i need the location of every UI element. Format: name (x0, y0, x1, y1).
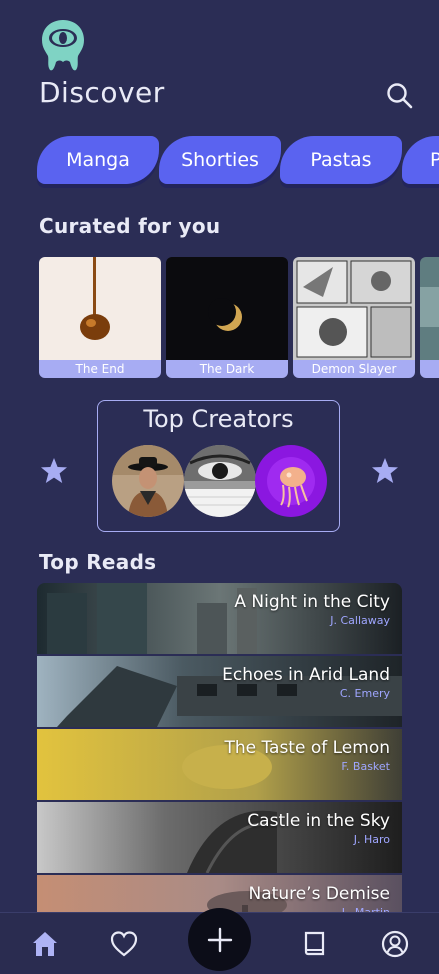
curated-card-partial[interactable] (420, 257, 439, 378)
chip-pastas[interactable]: Pastas (280, 136, 402, 184)
creator-avatar-1[interactable] (112, 445, 184, 517)
curated-cards: The End The Dark Demon Slayer (0, 257, 439, 379)
profile-icon[interactable] (380, 929, 410, 959)
chip-manga[interactable]: Manga (37, 136, 159, 184)
card-caption (420, 360, 439, 378)
top-creators-panel: Top Creators (97, 400, 340, 532)
chip-partial[interactable]: P (402, 136, 439, 184)
card-caption: The Dark (166, 360, 288, 378)
read-title: The Taste of Lemon (224, 738, 390, 758)
curated-section-title: Curated for you (39, 214, 221, 238)
curated-card-the-dark[interactable]: The Dark (166, 257, 288, 378)
eye-drop-logo-icon (42, 20, 84, 71)
home-icon[interactable] (30, 929, 60, 959)
curated-card-the-end[interactable]: The End (39, 257, 161, 378)
star-icon (41, 458, 67, 483)
star-icon (372, 458, 398, 483)
card-caption: The End (39, 360, 161, 378)
category-chips: Manga Shorties Pastas P (0, 136, 439, 188)
curated-card-demon-slayer[interactable]: Demon Slayer (293, 257, 415, 378)
moon-thumbnail (166, 257, 288, 360)
book-icon[interactable] (300, 929, 330, 959)
top-creators-title: Top Creators (143, 405, 294, 433)
plus-icon (207, 927, 232, 952)
page-title: Discover (39, 76, 165, 109)
read-author: C. Emery (339, 687, 390, 700)
read-title: Castle in the Sky (247, 811, 390, 831)
read-title: Echoes in Arid Land (222, 665, 390, 685)
read-title: A Night in the City (234, 592, 390, 612)
creator-avatar-2[interactable] (184, 445, 256, 517)
top-reads-section-title: Top Reads (39, 550, 157, 574)
card-caption: Demon Slayer (293, 360, 415, 378)
chip-shorties[interactable]: Shorties (159, 136, 281, 184)
read-author: F. Basket (341, 760, 390, 773)
read-author: J. Haro (353, 833, 390, 846)
creator-avatar-3[interactable] (255, 445, 327, 517)
read-title: Nature’s Demise (248, 884, 390, 904)
read-row-castle-in-the-sky[interactable]: Castle in the Sky J. Haro (37, 802, 402, 873)
read-row-echoes-in-arid-land[interactable]: Echoes in Arid Land C. Emery (37, 656, 402, 727)
discover-screen: Discover Manga Shorties Pastas P Curated… (0, 0, 439, 974)
top-reads-list: A Night in the City J. Callaway Echoes i… (37, 583, 402, 923)
heart-icon[interactable] (109, 929, 139, 959)
search-icon[interactable] (384, 80, 414, 110)
read-row-the-taste-of-lemon[interactable]: The Taste of Lemon F. Basket (37, 729, 402, 800)
read-author: J. Callaway (330, 614, 390, 627)
create-button[interactable] (188, 908, 251, 971)
manga-page-thumbnail (293, 257, 415, 360)
partial-thumbnail (420, 257, 439, 360)
honey-drop-thumbnail (39, 257, 161, 360)
read-row-a-night-in-the-city[interactable]: A Night in the City J. Callaway (37, 583, 402, 654)
